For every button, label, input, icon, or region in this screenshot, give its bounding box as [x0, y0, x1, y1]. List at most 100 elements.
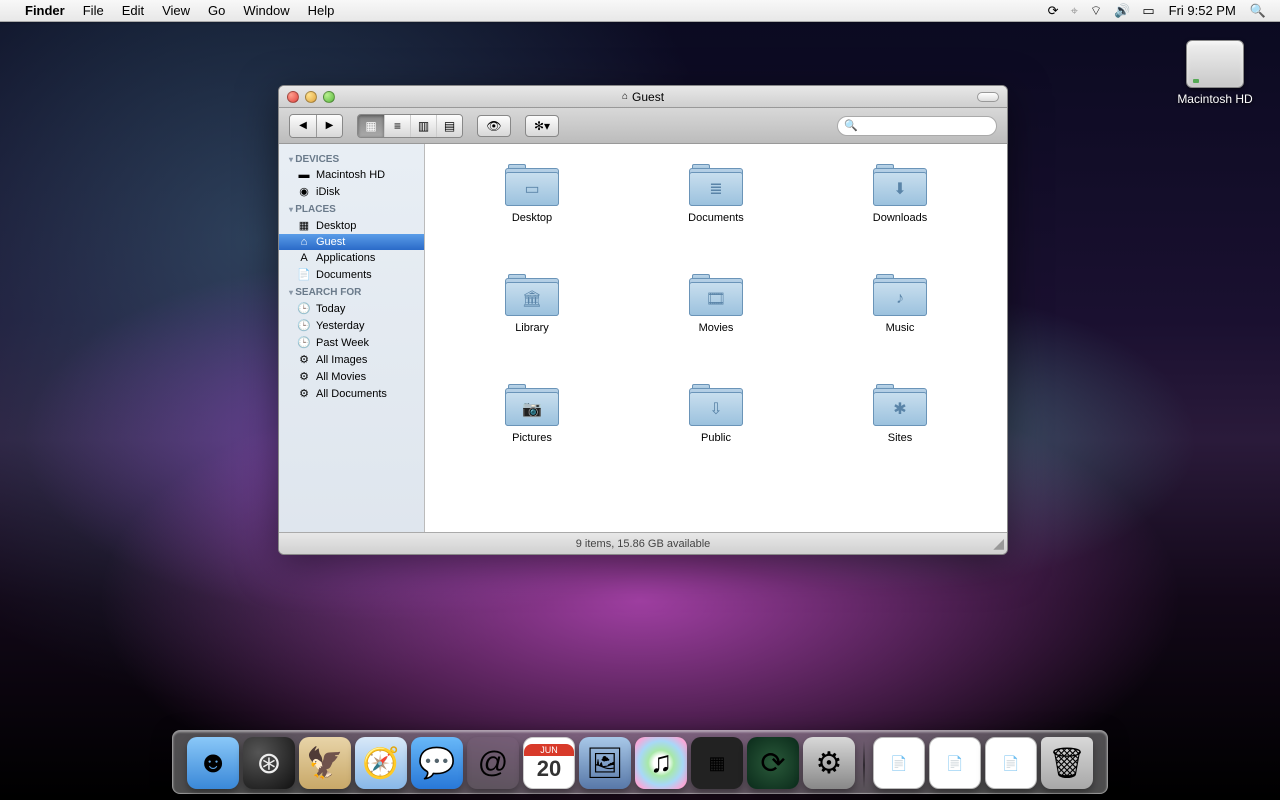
menu-window[interactable]: Window [234, 3, 298, 18]
toolbar-toggle-button[interactable] [977, 92, 999, 102]
minimize-button[interactable] [305, 91, 317, 103]
sidebar-section-header[interactable]: PLACES [279, 200, 424, 217]
folder-label: Sites [845, 432, 955, 444]
timemachine-menu-icon[interactable]: ⟳ [1042, 3, 1065, 19]
folder-icon: ⇩ [689, 384, 743, 426]
back-button[interactable]: ◀ [290, 115, 316, 137]
sidebar-section-header[interactable]: SEARCH FOR [279, 283, 424, 300]
folder-movies[interactable]: 🎞Movies [661, 274, 771, 374]
folder-public[interactable]: ⇩Public [661, 384, 771, 484]
folder-documents[interactable]: ≣Documents [661, 164, 771, 264]
folder-label: Music [845, 322, 955, 334]
action-menu-button[interactable]: ✻▾ [525, 115, 559, 137]
finder-window[interactable]: ⌂ Guest ◀ ▶ ▦ ≡ ▥ ▤ 👁 ✻▾ 🔍 DEVICES▬Mac [278, 85, 1008, 555]
folder-content[interactable]: ▭Desktop ≣Documents ⬇Downloads 🏛Library 🎞Mov… [425, 144, 1007, 532]
dock-safari[interactable]: 🧭 [355, 737, 407, 789]
folder-downloads[interactable]: ⬇Downloads [845, 164, 955, 264]
sidebar-item-desktop[interactable]: ▦Desktop [279, 217, 424, 234]
sidebar-item-label: All Documents [316, 388, 387, 400]
menu-app[interactable]: Finder [16, 3, 74, 18]
zoom-button[interactable] [323, 91, 335, 103]
dock-document-1[interactable]: 📄 [873, 737, 925, 789]
menu-view[interactable]: View [153, 3, 199, 18]
bluetooth-icon[interactable]: ⌖ [1065, 3, 1084, 19]
sidebar-item-all-movies[interactable]: ⚙All Movies [279, 368, 424, 385]
sidebar-item-yesterday[interactable]: 🕒Yesterday [279, 317, 424, 334]
smart-icon: ⚙ [297, 387, 311, 400]
dock-dashboard[interactable]: ⊛ [243, 737, 295, 789]
list-view-button[interactable]: ≡ [384, 115, 410, 137]
status-text: 9 items, 15.86 GB available [576, 538, 711, 550]
sidebar-item-label: iDisk [316, 186, 340, 198]
dock-document-3[interactable]: 📄 [985, 737, 1037, 789]
folder-desktop[interactable]: ▭Desktop [477, 164, 587, 264]
menu-go[interactable]: Go [199, 3, 234, 18]
sidebar-item-idisk[interactable]: ◉iDisk [279, 183, 424, 200]
home-icon: ⌂ [622, 91, 628, 102]
sidebar-item-label: Documents [316, 269, 372, 281]
clock-icon: 🕒 [297, 336, 311, 349]
view-mode-buttons: ▦ ≡ ▥ ▤ [357, 114, 463, 138]
sidebar-item-label: Macintosh HD [316, 169, 385, 181]
dock-mail[interactable]: 🦅 [299, 737, 351, 789]
sidebar-item-today[interactable]: 🕒Today [279, 300, 424, 317]
folder-icon: ✱ [873, 384, 927, 426]
battery-icon[interactable]: ▭ [1136, 3, 1160, 19]
doc-icon: 📄 [297, 268, 311, 281]
smart-icon: ⚙ [297, 353, 311, 366]
folder-sites[interactable]: ✱ Sites [845, 384, 955, 484]
dock-systemprefs[interactable]: ⚙ [803, 737, 855, 789]
folder-pictures[interactable]: 📷Pictures [477, 384, 587, 484]
dock-finder[interactable]: ☻ [187, 737, 239, 789]
folder-icon: 🏛 [505, 274, 559, 316]
dock-itunes[interactable]: ♫ [635, 737, 687, 789]
folder-icon: 🎞 [689, 274, 743, 316]
dock-spaces[interactable]: ▦ [691, 737, 743, 789]
folder-library[interactable]: 🏛Library [477, 274, 587, 374]
dock-preview[interactable]: 🖼 [579, 737, 631, 789]
forward-button[interactable]: ▶ [316, 115, 342, 137]
dock-document-2[interactable]: 📄 [929, 737, 981, 789]
dock: ☻ ⊛ 🦅 🧭 💬 @ JUN 20 🖼 ♫ ▦ ⟳ ⚙ 📄 📄 📄 🗑 [172, 730, 1108, 794]
folder-label: Downloads [845, 212, 955, 224]
folder-icon: ♪ [873, 274, 927, 316]
resize-handle[interactable]: ◢ [993, 535, 1004, 552]
dock-ichat[interactable]: 💬 [411, 737, 463, 789]
sidebar-item-past-week[interactable]: 🕒Past Week [279, 334, 424, 351]
desktop-icon-macintosh-hd[interactable]: Macintosh HD [1170, 40, 1260, 106]
folder-music[interactable]: ♪ Music [845, 274, 955, 374]
folder-icon: ▭ [505, 164, 559, 206]
sidebar-item-all-images[interactable]: ⚙All Images [279, 351, 424, 368]
sidebar-item-label: All Movies [316, 371, 366, 383]
sidebar-item-applications[interactable]: AApplications [279, 250, 424, 266]
dock-trash[interactable]: 🗑 [1041, 737, 1093, 789]
calendar-month: JUN [524, 744, 574, 756]
menubar-clock[interactable]: Fri 9:52 PM [1161, 3, 1244, 18]
spotlight-icon[interactable]: 🔍 [1244, 3, 1272, 19]
coverflow-view-button[interactable]: ▤ [436, 115, 462, 137]
hdd-icon: ▬ [297, 169, 311, 181]
sidebar-item-guest[interactable]: ⌂Guest [279, 234, 424, 250]
sidebar-item-macintosh-hd[interactable]: ▬ Macintosh HD [279, 167, 424, 183]
dock-addressbook[interactable]: @ [467, 737, 519, 789]
dock-timemachine[interactable]: ⟳ [747, 737, 799, 789]
wifi-icon[interactable]: ⌔ [1084, 3, 1108, 19]
menu-file[interactable]: File [74, 3, 113, 18]
menu-help[interactable]: Help [299, 3, 344, 18]
icon-view-button[interactable]: ▦ [358, 115, 384, 137]
folder-label: Documents [661, 212, 771, 224]
sidebar-item-all-documents[interactable]: ⚙ All Documents [279, 385, 424, 402]
volume-icon[interactable]: 🔊 [1108, 3, 1136, 19]
sidebar-section-header[interactable]: DEVICES [279, 150, 424, 167]
dock-ical[interactable]: JUN 20 [523, 737, 575, 789]
window-titlebar[interactable]: ⌂ Guest [279, 86, 1007, 108]
close-button[interactable] [287, 91, 299, 103]
menubar: Finder File Edit View Go Window Help ⟳ ⌖… [0, 0, 1280, 22]
desktop[interactable]: Finder File Edit View Go Window Help ⟳ ⌖… [0, 0, 1280, 800]
search-input[interactable] [837, 116, 997, 136]
sidebar-item-documents[interactable]: 📄 Documents [279, 266, 424, 283]
column-view-button[interactable]: ▥ [410, 115, 436, 137]
quicklook-button[interactable]: 👁 [477, 115, 511, 137]
menu-edit[interactable]: Edit [113, 3, 153, 18]
sidebar: DEVICES ▬ Macintosh HD ◉iDiskPLACES▦Desktop… [279, 144, 425, 532]
